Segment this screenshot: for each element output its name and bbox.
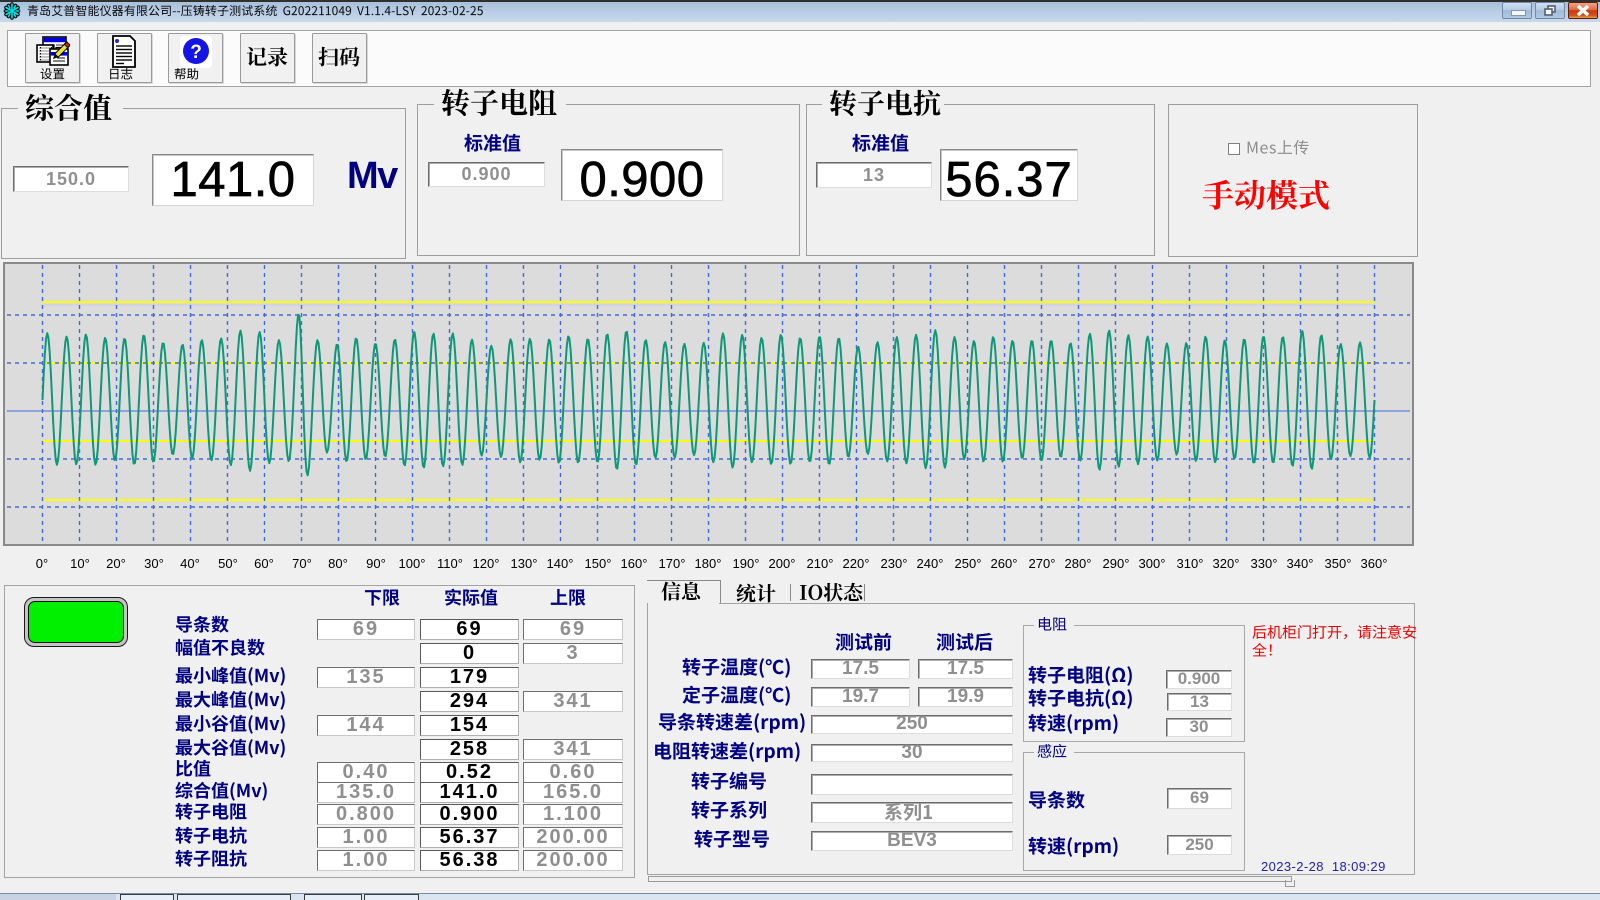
svg-text:?: ? — [190, 42, 202, 63]
